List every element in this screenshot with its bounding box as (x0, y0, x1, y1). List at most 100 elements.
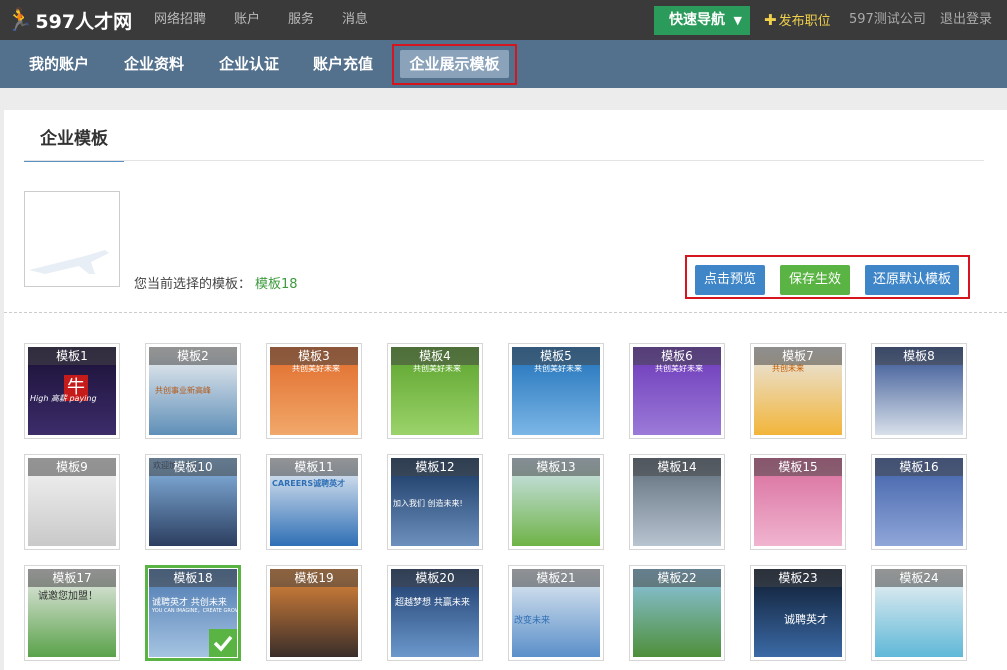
template-card[interactable]: 共创美好未来 模板4 (387, 343, 483, 439)
template-label: 模板9 (28, 458, 116, 476)
template-thumbnail: 模板24 (875, 569, 963, 657)
template-card[interactable]: 诚聘英才 共创未来YOU CAN IMAGINE，CREATE GROW WIT… (145, 565, 241, 661)
template-thumbnail: 欢迎加入我们模板10 (149, 458, 237, 546)
thumb-text: 加入我们 创造未来! (393, 499, 463, 508)
template-card[interactable]: 共创事业新高峰 模板2 (145, 343, 241, 439)
template-card[interactable]: 加入我们 创造未来! 模板12 (387, 454, 483, 550)
template-label: 模板21 (512, 569, 600, 587)
thumb-text: 共创事业新高峰 (155, 386, 211, 395)
template-label: 模板1 (28, 347, 116, 365)
template-card[interactable]: 模板14 (629, 454, 725, 550)
template-label: 模板22 (633, 569, 721, 587)
template-card[interactable]: 模板13 (508, 454, 604, 550)
top-bar: 🏃 597人才网 网络招聘 账户 服务 消息 快速导航 ▼ ✚ 发布职位 597测… (0, 0, 1007, 40)
template-card[interactable]: 共创美好未来 模板3 (266, 343, 362, 439)
logout-link[interactable]: 退出登录 (940, 0, 992, 40)
template-card[interactable]: 模板9 (24, 454, 120, 550)
template-label: 模板7 (754, 347, 842, 365)
company-name[interactable]: 597测试公司 (849, 0, 926, 40)
nav-account[interactable]: 账户 (234, 0, 260, 40)
template-thumbnail: 模板22 (633, 569, 721, 657)
subnav-template-tab[interactable]: 企业展示模板 (400, 50, 509, 78)
template-label: 模板15 (754, 458, 842, 476)
panel-title: 企业模板 (24, 110, 124, 162)
chevron-down-icon: ▼ (733, 14, 742, 27)
subnav-recharge[interactable]: 账户充值 (313, 40, 373, 88)
template-label: 模板17 (28, 569, 116, 587)
preview-button[interactable]: 点击预览 (695, 265, 765, 295)
nav-messages[interactable]: 消息 (342, 0, 368, 40)
template-label: 模板18 (149, 569, 237, 587)
current-template-text: 您当前选择的模板： 模板18 (134, 273, 298, 292)
template-card[interactable]: 诚邀您加盟！ 模板17 (24, 565, 120, 661)
template-card[interactable]: 模板16 (871, 454, 967, 550)
template-label: 模板8 (875, 347, 963, 365)
subnav-company-verify[interactable]: 企业认证 (219, 40, 279, 88)
template-thumbnail: 共创未来 模板7 (754, 347, 842, 435)
template-label: 模板23 (754, 569, 842, 587)
title-divider (24, 160, 984, 161)
template-card[interactable]: CAREERS诚聘英才 模板11 (266, 454, 362, 550)
thumb-text: 超越梦想 共赢未来 (395, 598, 470, 608)
thumb-text: 诚聘英才 (784, 613, 828, 626)
thumb-text: 诚邀您加盟！ (38, 591, 98, 602)
template-panel: 企业模板 诚聘英才 共创未来 您当前选择的模板： 模板18 点击预览 保存生效 还… (4, 110, 1007, 670)
thumb-text: 改变未来 (514, 616, 551, 626)
logo-text: 597人才网 (35, 10, 133, 33)
template-thumbnail: 超越梦想 共赢未来 模板20 (391, 569, 479, 657)
template-thumbnail: 共创美好未来 模板4 (391, 347, 479, 435)
thumb-text: CAREERS诚聘英才 (272, 479, 346, 488)
plus-icon: ✚ (764, 11, 777, 29)
template-thumbnail: 共创美好未来 模板5 (512, 347, 600, 435)
thumb-text: YOU CAN IMAGINE，CREATE GROW WITHIN (152, 608, 237, 614)
template-card[interactable]: 模板22 (629, 565, 725, 661)
airplane-icon (29, 250, 109, 274)
template-card[interactable]: 改变未来 模板21 (508, 565, 604, 661)
template-thumbnail: 模板16 (875, 458, 963, 546)
template-label: 模板19 (270, 569, 358, 587)
site-logo[interactable]: 🏃 597人才网 (6, 6, 132, 34)
post-job-link[interactable]: ✚ 发布职位 (764, 0, 831, 40)
template-card[interactable]: 模板15 (750, 454, 846, 550)
current-template-thumbnail: 诚聘英才 共创未来 (24, 191, 120, 287)
quick-nav-button[interactable]: 快速导航 ▼ (654, 6, 750, 35)
template-thumbnail: CAREERS诚聘英才 模板11 (270, 458, 358, 546)
template-label: 模板4 (391, 347, 479, 365)
template-thumbnail: 加入我们 创造未来! 模板12 (391, 458, 479, 546)
save-button[interactable]: 保存生效 (780, 265, 850, 295)
template-label: 模板20 (391, 569, 479, 587)
subnav-my-account[interactable]: 我的账户 (29, 40, 89, 88)
template-card[interactable]: 模板19 (266, 565, 362, 661)
template-card[interactable]: 模板8 (871, 343, 967, 439)
template-thumbnail: 共创美好未来 模板3 (270, 347, 358, 435)
template-card[interactable]: 共创未来 模板7 (750, 343, 846, 439)
template-card[interactable]: 共创美好未来 模板6 (629, 343, 725, 439)
template-label: 模板3 (270, 347, 358, 365)
nav-service[interactable]: 服务 (288, 0, 314, 40)
template-label: 模板10 (149, 458, 237, 476)
template-card[interactable]: 欢迎加入我们模板10 (145, 454, 241, 550)
template-card[interactable]: 模板24 (871, 565, 967, 661)
top-nav: 网络招聘 账户 服务 消息 (154, 0, 396, 40)
template-thumbnail: 模板19 (270, 569, 358, 657)
current-template-value: 模板18 (255, 277, 298, 292)
subnav-company-info[interactable]: 企业资料 (124, 40, 184, 88)
restore-default-button[interactable]: 还原默认模板 (865, 265, 959, 295)
template-card[interactable]: 共创美好未来 模板5 (508, 343, 604, 439)
runner-icon: 🏃 (6, 7, 34, 33)
quick-nav-label: 快速导航 (669, 12, 725, 28)
template-label: 模板2 (149, 347, 237, 365)
nav-network-recruit[interactable]: 网络招聘 (154, 0, 206, 40)
checkmark-icon (209, 629, 237, 657)
template-label: 模板5 (512, 347, 600, 365)
current-template-label: 您当前选择的模板： (134, 277, 252, 292)
template-card[interactable]: 牛 High 高薪 paying 模板1 (24, 343, 120, 439)
template-thumbnail: 诚邀您加盟！ 模板17 (28, 569, 116, 657)
template-label: 模板6 (633, 347, 721, 365)
template-card[interactable]: 超越梦想 共赢未来 模板20 (387, 565, 483, 661)
template-thumbnail: 模板9 (28, 458, 116, 546)
template-thumbnail: 共创美好未来 模板6 (633, 347, 721, 435)
template-label: 模板12 (391, 458, 479, 476)
template-card[interactable]: 诚聘英才 模板23 (750, 565, 846, 661)
template-thumbnail: 共创事业新高峰 模板2 (149, 347, 237, 435)
